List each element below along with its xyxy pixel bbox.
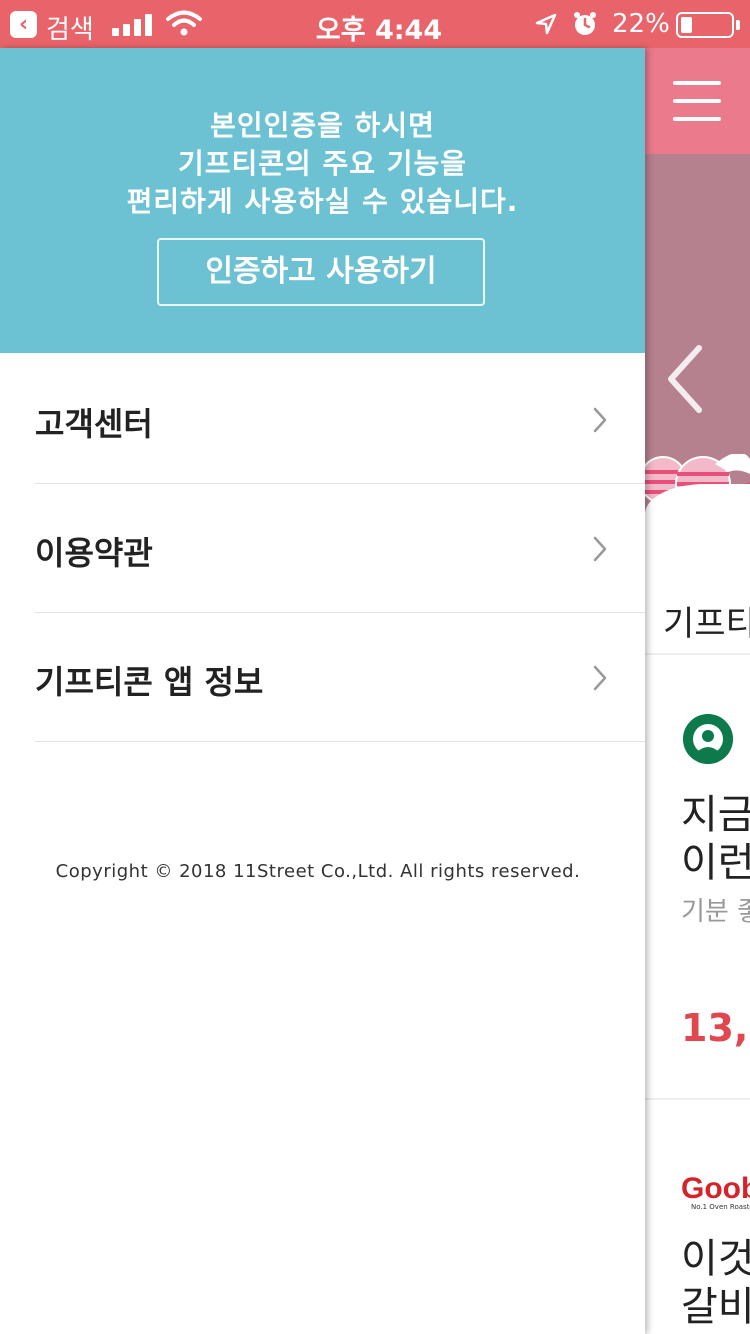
product-price: 13,70 (681, 1006, 750, 1050)
section-title: 기프티 (663, 604, 750, 644)
divider (645, 653, 750, 655)
chevron-right-icon (593, 407, 607, 433)
menu-item-label: 고객센터 (35, 405, 153, 443)
battery-percentage: 22% (612, 9, 670, 39)
auth-message-line3: 편리하게 사용하실 수 있습니다. (126, 185, 519, 218)
copyright-text: Copyright © 2018 11Street Co.,Ltd. All r… (55, 861, 581, 882)
hamburger-menu-icon[interactable] (673, 81, 721, 121)
product-subtitle: 기분 좋 (681, 897, 750, 927)
menu-item-label: 기프티콘 앱 정보 (35, 663, 264, 701)
battery-icon (676, 12, 734, 38)
goobne-logo-sub: No.1 Oven Roasted (691, 1203, 750, 1211)
side-drawer: 본인인증을 하시면 기프티콘의 주요 기능을 편리하게 사용하실 수 있습니다.… (0, 48, 645, 1334)
main-app-background: 기프티 지금 이런 기분 좋 13,70 Goob No.1 Oven Roas… (645, 48, 750, 1334)
divider (645, 1098, 750, 1100)
product-title-line2[interactable]: 갈비 (681, 1274, 750, 1332)
alarm-clock-icon (574, 12, 596, 35)
goobne-logo: Goob (681, 1172, 750, 1205)
location-arrow-icon (535, 13, 557, 35)
chevron-right-icon (593, 536, 607, 562)
status-bar: ‹ 검색 오후 4:44 22% (0, 0, 750, 48)
chevron-right-icon (593, 665, 607, 691)
menu-item-label: 이용약관 (35, 534, 153, 572)
main-header (645, 48, 750, 154)
menu-item-customer-center[interactable]: 고객센터 (35, 355, 645, 484)
menu-item-terms[interactable]: 이용약관 (35, 484, 645, 613)
menu-item-app-info[interactable]: 기프티콘 앱 정보 (35, 613, 645, 742)
promo-banner[interactable] (645, 154, 750, 534)
auth-message-line2: 기프티콘의 주요 기능을 (177, 147, 468, 180)
verify-and-use-button[interactable]: 인증하고 사용하기 (157, 238, 485, 306)
banner-prev-arrow-icon[interactable] (665, 344, 705, 414)
auth-panel: 본인인증을 하시면 기프티콘의 주요 기능을 편리하게 사용하실 수 있습니다.… (0, 48, 645, 353)
battery-tip (736, 20, 740, 30)
starbucks-logo-icon (683, 714, 733, 764)
auth-message-line1: 본인인증을 하시면 (210, 109, 435, 142)
product-title-line2[interactable]: 이런 (681, 830, 750, 888)
